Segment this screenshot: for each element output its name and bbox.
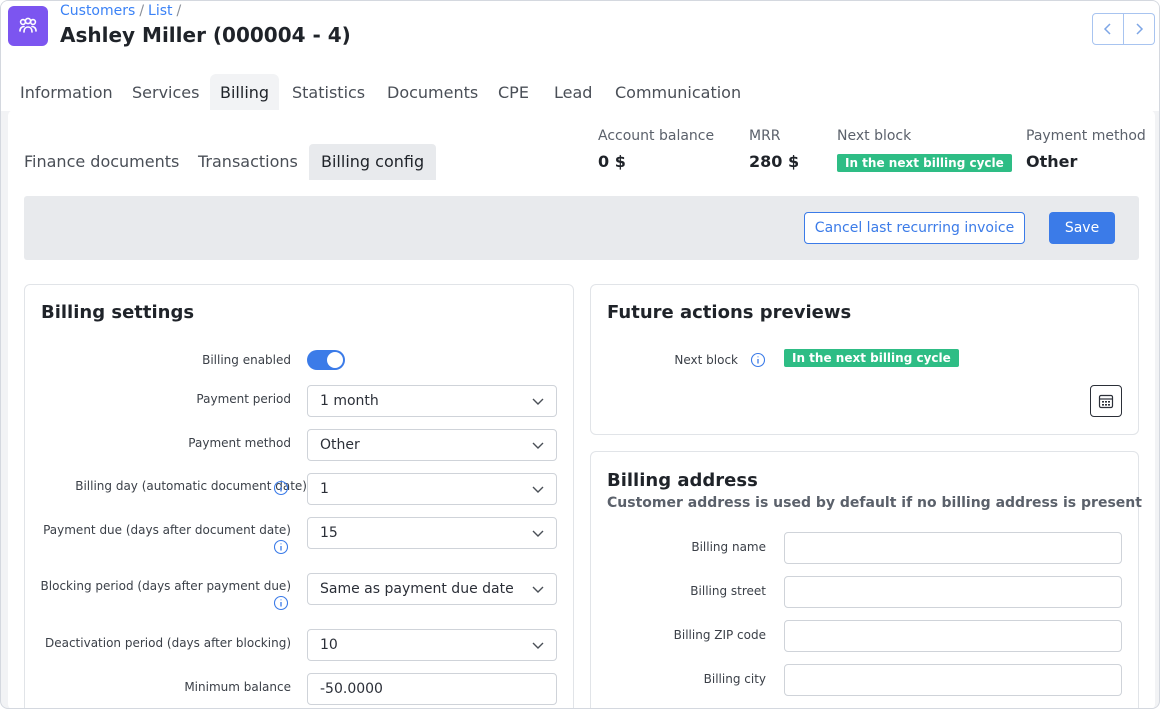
billing-enabled-label: Billing enabled — [202, 353, 291, 367]
payment-due-label: Payment due (days after document date) — [43, 523, 291, 537]
tab-documents[interactable]: Documents — [377, 74, 488, 111]
payment-method-field-label: Payment method — [188, 436, 291, 450]
billing-address-title: Billing address — [607, 470, 758, 491]
action-bar: Cancel last recurring invoice Save — [24, 196, 1139, 260]
payment-method-select[interactable]: Other — [307, 429, 557, 461]
billing-name-input[interactable] — [784, 532, 1122, 564]
account-balance-label: Account balance — [598, 128, 715, 144]
chevron-down-icon — [532, 642, 544, 649]
calendar-icon — [1098, 394, 1114, 409]
users-group-icon — [19, 17, 37, 33]
billing-panel: Finance documents Transactions Billing c… — [8, 110, 1155, 708]
future-actions-card: Future actions previews Next block In th… — [590, 284, 1139, 435]
tab-cpe[interactable]: CPE — [488, 74, 539, 111]
payment-period-select[interactable]: 1 month — [307, 385, 557, 417]
blocking-period-label: Blocking period (days after payment due) — [40, 579, 291, 593]
chevron-down-icon — [532, 486, 544, 493]
tab-statistics[interactable]: Statistics — [282, 74, 375, 111]
tab-billing[interactable]: Billing — [210, 74, 280, 111]
breadcrumb: Customers / List / — [60, 3, 182, 19]
subtab-finance-documents[interactable]: Finance documents — [12, 144, 191, 180]
account-balance-value: 0 $ — [598, 152, 626, 171]
next-block-badge: In the next billing cycle — [837, 154, 1012, 172]
calendar-button[interactable] — [1090, 385, 1122, 417]
billing-city-label: Billing city — [703, 672, 766, 686]
mrr-value: 280 $ — [749, 152, 800, 171]
info-icon[interactable] — [273, 595, 289, 611]
billing-street-label: Billing street — [690, 584, 766, 598]
billing-settings-title: Billing settings — [41, 302, 195, 323]
tab-lead[interactable]: Lead — [544, 74, 602, 111]
blocking-period-select[interactable]: Same as payment due date — [307, 573, 557, 605]
chevron-down-icon — [532, 586, 544, 593]
header: Customers / List / Ashley Miller (000004 - … — [1, 1, 1159, 71]
app-window: Customers / List / Ashley Miller (000004 - … — [0, 0, 1160, 709]
previous-record-button[interactable] — [1092, 13, 1124, 45]
billing-address-subtitle: Customer address is used by default if n… — [607, 495, 1142, 511]
deactivation-period-value: 10 — [320, 637, 338, 653]
next-block-stat: Next block In the next billing cycle — [837, 128, 1012, 172]
save-button[interactable]: Save — [1049, 212, 1115, 244]
chevron-right-icon — [1136, 23, 1143, 35]
future-next-block-label: Next block — [674, 353, 738, 367]
tab-information[interactable]: Information — [10, 74, 123, 111]
mrr-label: MRR — [749, 128, 781, 144]
chevron-down-icon — [532, 398, 544, 405]
next-record-button[interactable] — [1123, 13, 1155, 45]
tab-services[interactable]: Services — [122, 74, 209, 111]
payment-period-label: Payment period — [196, 392, 291, 406]
chevron-down-icon — [532, 530, 544, 537]
billing-zip-input[interactable] — [784, 620, 1122, 652]
cancel-last-recurring-invoice-button[interactable]: Cancel last recurring invoice — [804, 212, 1025, 244]
next-block-label: Next block — [837, 128, 912, 144]
info-icon[interactable] — [750, 352, 766, 368]
blocking-period-value: Same as payment due date — [320, 581, 514, 597]
billing-settings-card: Billing settings Billing enabled Payment… — [24, 284, 574, 708]
minimum-balance-label: Minimum balance — [184, 680, 291, 694]
billing-city-input[interactable] — [784, 664, 1122, 696]
info-icon[interactable] — [273, 539, 289, 555]
payment-period-value: 1 month — [320, 393, 379, 409]
payment-method-value: Other — [1026, 152, 1078, 171]
subtab-transactions[interactable]: Transactions — [186, 144, 310, 180]
payment-method-field-value: Other — [320, 437, 360, 453]
breadcrumb-customers[interactable]: Customers — [60, 3, 135, 19]
billing-street-input[interactable] — [784, 576, 1122, 608]
mrr-stat: MRR 280 $ — [749, 128, 799, 171]
chevron-down-icon — [532, 442, 544, 449]
chevron-left-icon — [1103, 23, 1111, 35]
main-tabs: Information Services Billing Statistics … — [1, 71, 1159, 111]
billing-name-label: Billing name — [691, 540, 766, 554]
deactivation-period-select[interactable]: 10 — [307, 629, 557, 661]
billing-address-card: Billing address Customer address is used… — [590, 451, 1142, 708]
page-title: Ashley Miller (000004 - 4) — [60, 23, 351, 47]
breadcrumb-list[interactable]: List — [148, 3, 172, 19]
payment-method-label: Payment method — [1026, 128, 1146, 144]
future-next-block-badge: In the next billing cycle — [784, 349, 959, 367]
tab-communication[interactable]: Communication — [605, 74, 751, 111]
record-navigation — [1092, 13, 1155, 45]
subtab-billing-config[interactable]: Billing config — [309, 144, 437, 180]
deactivation-period-label: Deactivation period (days after blocking… — [44, 636, 291, 650]
billing-zip-label: Billing ZIP code — [673, 628, 766, 642]
future-actions-title: Future actions previews — [607, 302, 852, 323]
billing-enabled-toggle[interactable] — [307, 350, 345, 370]
account-balance-stat: Account balance 0 $ — [598, 128, 714, 171]
billing-day-select[interactable]: 1 — [307, 473, 557, 505]
customers-app-icon[interactable] — [8, 6, 48, 46]
payment-method-stat: Payment method Other — [1026, 128, 1146, 171]
payment-due-value: 15 — [320, 525, 338, 541]
minimum-balance-input[interactable]: -50.0000 — [307, 673, 557, 705]
billing-day-value: 1 — [320, 481, 329, 497]
payment-due-select[interactable]: 15 — [307, 517, 557, 549]
info-icon[interactable] — [273, 480, 289, 496]
